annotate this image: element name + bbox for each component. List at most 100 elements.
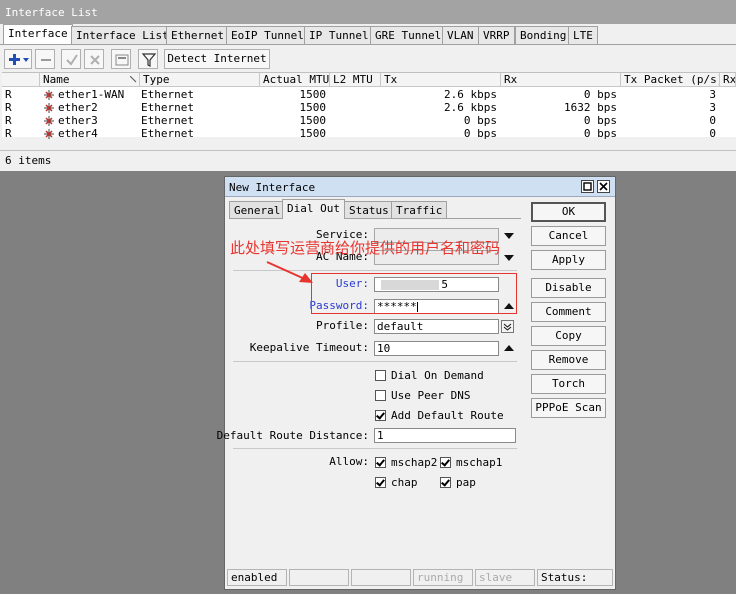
flag-cell: R <box>5 127 12 140</box>
tab-interface[interactable]: Interface <box>3 24 73 44</box>
interface-list-titlebar: Interface List <box>0 0 736 24</box>
check-icon <box>66 54 78 66</box>
tab-ethernet[interactable]: Ethernet <box>166 26 229 44</box>
dial-on-demand-checkbox[interactable] <box>375 370 386 381</box>
flag-cell: R <box>5 114 12 127</box>
service-dropdown-icon[interactable] <box>504 233 514 239</box>
tab-vlan[interactable]: VLAN <box>442 26 479 44</box>
tab-vrrp[interactable]: VRRP <box>478 26 515 44</box>
separator <box>233 361 517 362</box>
pppoe-scan-button[interactable]: PPPoE Scan <box>531 398 606 418</box>
l2-mtu-cell <box>330 101 381 114</box>
allow-mschap1-checkbox[interactable] <box>440 457 451 468</box>
use-peer-dns-checkbox[interactable] <box>375 390 386 401</box>
actual-mtu-cell: 1500 <box>299 88 327 101</box>
disable-button[interactable] <box>84 49 104 69</box>
remove-button[interactable]: Remove <box>531 350 606 370</box>
copy-button[interactable]: Copy <box>531 326 606 346</box>
interface-list-statusbar: 6 items <box>0 150 736 171</box>
table-row[interactable]: Rether1-WAN Ethernet 1500 2.6 kbps 0 bps 3 <box>2 88 736 101</box>
tab-interface-list[interactable]: Interface List <box>71 26 174 44</box>
ok-button[interactable]: OK <box>531 202 606 222</box>
item-count: 6 items <box>5 154 52 167</box>
profile-label: Profile: <box>316 319 369 332</box>
l2-mtu-cell <box>330 114 381 127</box>
type-cell: Ethernet <box>141 101 194 114</box>
detect-internet-button[interactable]: Detect Internet <box>164 49 270 69</box>
column-header-name[interactable]: Name <box>40 73 140 87</box>
keepalive-toggle-icon[interactable] <box>504 345 514 351</box>
tab-status[interactable]: Status <box>344 201 394 219</box>
allow-pap-checkbox[interactable] <box>440 477 451 488</box>
torch-button[interactable]: Torch <box>531 374 606 394</box>
status-running: running <box>413 569 473 586</box>
ethernet-icon <box>44 129 54 139</box>
tx-packet-cell: 3 <box>709 88 716 101</box>
table-row[interactable]: Rether3 Ethernet 1500 0 bps 0 bps 0 <box>2 114 736 127</box>
name-cell: ether3 <box>58 114 98 127</box>
filter-button[interactable] <box>138 49 158 69</box>
disable-button[interactable]: Disable <box>531 278 606 298</box>
tab-traffic[interactable]: Traffic <box>391 201 448 219</box>
column-header-type[interactable]: Type <box>140 73 260 87</box>
allow-label: Allow: <box>329 455 369 468</box>
enable-button[interactable] <box>61 49 81 69</box>
tx-cell: 2.6 kbps <box>444 88 497 101</box>
column-header-rx[interactable]: Rx <box>501 73 621 87</box>
x-icon <box>90 55 100 65</box>
table-row[interactable]: Rether2 Ethernet 1500 2.6 kbps 1632 bps 3 <box>2 101 736 114</box>
comment-button[interactable]: Comment <box>531 302 606 322</box>
annotation-arrow-icon <box>266 261 313 283</box>
tab-general[interactable]: General <box>229 201 286 219</box>
plus-icon <box>9 54 29 65</box>
annotation-highlight-box <box>311 273 517 314</box>
interface-list-window: Interface List Interface Interface List … <box>0 0 736 171</box>
dialog-title: New Interface <box>229 181 316 194</box>
profile-dropdown-button[interactable] <box>501 320 514 333</box>
add-button[interactable] <box>4 49 32 69</box>
tab-lte[interactable]: LTE <box>568 26 598 44</box>
allow-chap-checkbox[interactable] <box>375 477 386 488</box>
annotation-text: 此处填写运营商给你提供的用户名和密码 <box>230 239 501 257</box>
column-header-tx-packet[interactable]: Tx Packet (p/s) <box>621 73 720 87</box>
window-title: Interface List <box>5 6 98 19</box>
keepalive-timeout-label: Keepalive Timeout: <box>249 341 369 354</box>
allow-mschap2-checkbox[interactable] <box>375 457 386 468</box>
column-header-actual-mtu[interactable]: Actual MTU <box>260 73 330 87</box>
add-default-route-label: Add Default Route <box>391 409 504 422</box>
tab-divider <box>0 44 736 45</box>
actual-mtu-cell: 1500 <box>299 127 327 140</box>
close-button[interactable] <box>597 180 610 193</box>
flag-cell: R <box>5 101 12 114</box>
type-cell: Ethernet <box>141 88 194 101</box>
remove-button[interactable] <box>35 49 55 69</box>
filter-icon <box>141 53 157 67</box>
default-route-distance-field[interactable]: 1 <box>374 428 516 443</box>
keepalive-timeout-field[interactable]: 10 <box>374 341 499 356</box>
cancel-button[interactable]: Cancel <box>531 226 606 246</box>
ac-name-dropdown-icon[interactable] <box>504 255 514 261</box>
column-header-tx[interactable]: Tx <box>381 73 501 87</box>
minus-icon <box>41 59 51 61</box>
profile-select[interactable]: default <box>374 319 499 334</box>
actual-mtu-cell: 1500 <box>299 101 327 114</box>
add-default-route-checkbox[interactable] <box>375 410 386 421</box>
l2-mtu-cell <box>330 88 381 101</box>
column-header-l2-mtu[interactable]: L2 MTU <box>330 73 381 87</box>
table-row[interactable]: Rether4 Ethernet 1500 0 bps 0 bps 0 <box>2 127 736 140</box>
comment-button[interactable] <box>111 49 131 69</box>
column-header-rx-packet[interactable]: Rx <box>720 73 736 87</box>
status-cell-empty <box>289 569 349 586</box>
apply-button[interactable]: Apply <box>531 250 606 270</box>
maximize-button[interactable] <box>581 180 594 193</box>
status-label: Status: <box>537 569 613 586</box>
l2-mtu-cell <box>330 127 381 140</box>
tab-dial-out[interactable]: Dial Out <box>282 199 345 219</box>
ethernet-icon <box>44 103 54 113</box>
tab-gre-tunnel[interactable]: GRE Tunnel <box>370 26 447 44</box>
tab-ip-tunnel[interactable]: IP Tunnel <box>304 26 374 44</box>
column-header-flags[interactable] <box>2 73 40 87</box>
status-slave: slave <box>475 569 535 586</box>
tab-eoip-tunnel[interactable]: EoIP Tunnel <box>226 26 309 44</box>
tab-bonding[interactable]: Bonding <box>515 26 572 44</box>
